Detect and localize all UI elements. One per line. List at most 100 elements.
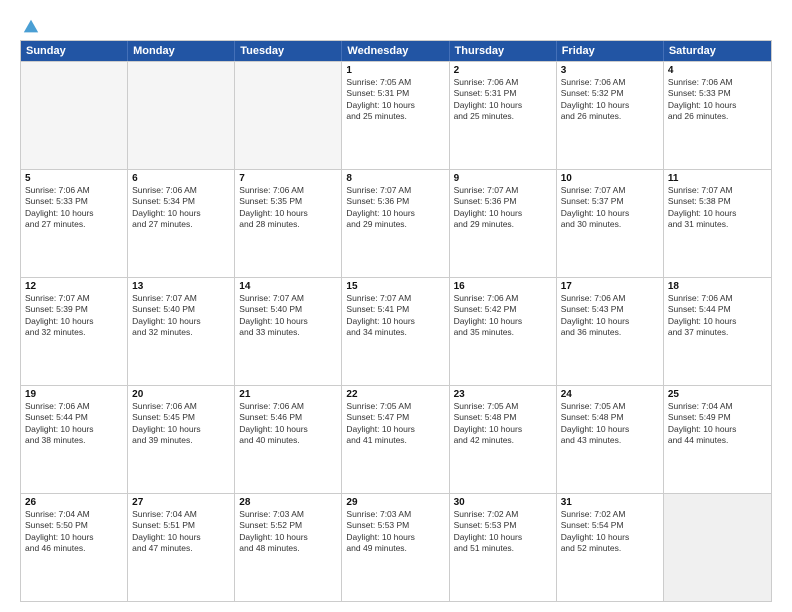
day-details-13: Sunrise: 7:07 AM Sunset: 5:40 PM Dayligh… bbox=[132, 293, 230, 339]
day-details-29: Sunrise: 7:03 AM Sunset: 5:53 PM Dayligh… bbox=[346, 509, 444, 555]
day-cell-7: 7Sunrise: 7:06 AM Sunset: 5:35 PM Daylig… bbox=[235, 170, 342, 277]
day-details-14: Sunrise: 7:07 AM Sunset: 5:40 PM Dayligh… bbox=[239, 293, 337, 339]
day-number-18: 18 bbox=[668, 281, 767, 292]
day-details-21: Sunrise: 7:06 AM Sunset: 5:46 PM Dayligh… bbox=[239, 401, 337, 447]
day-number-21: 21 bbox=[239, 389, 337, 400]
day-details-15: Sunrise: 7:07 AM Sunset: 5:41 PM Dayligh… bbox=[346, 293, 444, 339]
day-cell-26: 26Sunrise: 7:04 AM Sunset: 5:50 PM Dayli… bbox=[21, 494, 128, 601]
weekday-header-friday: Friday bbox=[557, 41, 664, 61]
day-cell-29: 29Sunrise: 7:03 AM Sunset: 5:53 PM Dayli… bbox=[342, 494, 449, 601]
day-cell-22: 22Sunrise: 7:05 AM Sunset: 5:47 PM Dayli… bbox=[342, 386, 449, 493]
day-number-6: 6 bbox=[132, 173, 230, 184]
weekday-header-thursday: Thursday bbox=[450, 41, 557, 61]
day-details-7: Sunrise: 7:06 AM Sunset: 5:35 PM Dayligh… bbox=[239, 185, 337, 231]
day-number-26: 26 bbox=[25, 497, 123, 508]
day-cell-6: 6Sunrise: 7:06 AM Sunset: 5:34 PM Daylig… bbox=[128, 170, 235, 277]
day-cell-13: 13Sunrise: 7:07 AM Sunset: 5:40 PM Dayli… bbox=[128, 278, 235, 385]
day-number-9: 9 bbox=[454, 173, 552, 184]
day-number-28: 28 bbox=[239, 497, 337, 508]
day-details-12: Sunrise: 7:07 AM Sunset: 5:39 PM Dayligh… bbox=[25, 293, 123, 339]
day-cell-20: 20Sunrise: 7:06 AM Sunset: 5:45 PM Dayli… bbox=[128, 386, 235, 493]
day-cell-empty bbox=[664, 494, 771, 601]
weekday-header-saturday: Saturday bbox=[664, 41, 771, 61]
day-cell-12: 12Sunrise: 7:07 AM Sunset: 5:39 PM Dayli… bbox=[21, 278, 128, 385]
day-cell-11: 11Sunrise: 7:07 AM Sunset: 5:38 PM Dayli… bbox=[664, 170, 771, 277]
day-cell-30: 30Sunrise: 7:02 AM Sunset: 5:53 PM Dayli… bbox=[450, 494, 557, 601]
day-cell-2: 2Sunrise: 7:06 AM Sunset: 5:31 PM Daylig… bbox=[450, 62, 557, 169]
day-number-3: 3 bbox=[561, 65, 659, 76]
day-number-22: 22 bbox=[346, 389, 444, 400]
day-cell-9: 9Sunrise: 7:07 AM Sunset: 5:36 PM Daylig… bbox=[450, 170, 557, 277]
day-cell-21: 21Sunrise: 7:06 AM Sunset: 5:46 PM Dayli… bbox=[235, 386, 342, 493]
day-number-4: 4 bbox=[668, 65, 767, 76]
logo-icon bbox=[22, 18, 40, 36]
calendar-row-0: 1Sunrise: 7:05 AM Sunset: 5:31 PM Daylig… bbox=[21, 61, 771, 169]
day-number-11: 11 bbox=[668, 173, 767, 184]
day-cell-17: 17Sunrise: 7:06 AM Sunset: 5:43 PM Dayli… bbox=[557, 278, 664, 385]
day-cell-10: 10Sunrise: 7:07 AM Sunset: 5:37 PM Dayli… bbox=[557, 170, 664, 277]
day-cell-25: 25Sunrise: 7:04 AM Sunset: 5:49 PM Dayli… bbox=[664, 386, 771, 493]
day-number-23: 23 bbox=[454, 389, 552, 400]
day-number-10: 10 bbox=[561, 173, 659, 184]
day-details-17: Sunrise: 7:06 AM Sunset: 5:43 PM Dayligh… bbox=[561, 293, 659, 339]
day-details-5: Sunrise: 7:06 AM Sunset: 5:33 PM Dayligh… bbox=[25, 185, 123, 231]
day-details-20: Sunrise: 7:06 AM Sunset: 5:45 PM Dayligh… bbox=[132, 401, 230, 447]
header bbox=[20, 18, 772, 32]
day-cell-23: 23Sunrise: 7:05 AM Sunset: 5:48 PM Dayli… bbox=[450, 386, 557, 493]
page: SundayMondayTuesdayWednesdayThursdayFrid… bbox=[0, 0, 792, 612]
day-details-22: Sunrise: 7:05 AM Sunset: 5:47 PM Dayligh… bbox=[346, 401, 444, 447]
day-number-20: 20 bbox=[132, 389, 230, 400]
weekday-header-tuesday: Tuesday bbox=[235, 41, 342, 61]
day-number-29: 29 bbox=[346, 497, 444, 508]
day-number-2: 2 bbox=[454, 65, 552, 76]
day-number-7: 7 bbox=[239, 173, 337, 184]
day-number-31: 31 bbox=[561, 497, 659, 508]
day-cell-27: 27Sunrise: 7:04 AM Sunset: 5:51 PM Dayli… bbox=[128, 494, 235, 601]
calendar-row-4: 26Sunrise: 7:04 AM Sunset: 5:50 PM Dayli… bbox=[21, 493, 771, 601]
calendar: SundayMondayTuesdayWednesdayThursdayFrid… bbox=[20, 40, 772, 602]
day-number-30: 30 bbox=[454, 497, 552, 508]
day-number-24: 24 bbox=[561, 389, 659, 400]
day-number-15: 15 bbox=[346, 281, 444, 292]
day-cell-28: 28Sunrise: 7:03 AM Sunset: 5:52 PM Dayli… bbox=[235, 494, 342, 601]
day-cell-19: 19Sunrise: 7:06 AM Sunset: 5:44 PM Dayli… bbox=[21, 386, 128, 493]
calendar-row-1: 5Sunrise: 7:06 AM Sunset: 5:33 PM Daylig… bbox=[21, 169, 771, 277]
calendar-header: SundayMondayTuesdayWednesdayThursdayFrid… bbox=[21, 41, 771, 61]
day-details-26: Sunrise: 7:04 AM Sunset: 5:50 PM Dayligh… bbox=[25, 509, 123, 555]
calendar-body: 1Sunrise: 7:05 AM Sunset: 5:31 PM Daylig… bbox=[21, 61, 771, 601]
day-details-19: Sunrise: 7:06 AM Sunset: 5:44 PM Dayligh… bbox=[25, 401, 123, 447]
day-cell-1: 1Sunrise: 7:05 AM Sunset: 5:31 PM Daylig… bbox=[342, 62, 449, 169]
day-number-12: 12 bbox=[25, 281, 123, 292]
day-details-30: Sunrise: 7:02 AM Sunset: 5:53 PM Dayligh… bbox=[454, 509, 552, 555]
day-cell-15: 15Sunrise: 7:07 AM Sunset: 5:41 PM Dayli… bbox=[342, 278, 449, 385]
weekday-header-wednesday: Wednesday bbox=[342, 41, 449, 61]
day-cell-empty bbox=[21, 62, 128, 169]
day-details-24: Sunrise: 7:05 AM Sunset: 5:48 PM Dayligh… bbox=[561, 401, 659, 447]
day-number-1: 1 bbox=[346, 65, 444, 76]
day-cell-24: 24Sunrise: 7:05 AM Sunset: 5:48 PM Dayli… bbox=[557, 386, 664, 493]
logo bbox=[20, 18, 40, 32]
day-details-10: Sunrise: 7:07 AM Sunset: 5:37 PM Dayligh… bbox=[561, 185, 659, 231]
day-cell-18: 18Sunrise: 7:06 AM Sunset: 5:44 PM Dayli… bbox=[664, 278, 771, 385]
day-details-6: Sunrise: 7:06 AM Sunset: 5:34 PM Dayligh… bbox=[132, 185, 230, 231]
day-cell-14: 14Sunrise: 7:07 AM Sunset: 5:40 PM Dayli… bbox=[235, 278, 342, 385]
day-cell-4: 4Sunrise: 7:06 AM Sunset: 5:33 PM Daylig… bbox=[664, 62, 771, 169]
day-details-1: Sunrise: 7:05 AM Sunset: 5:31 PM Dayligh… bbox=[346, 77, 444, 123]
day-cell-16: 16Sunrise: 7:06 AM Sunset: 5:42 PM Dayli… bbox=[450, 278, 557, 385]
calendar-row-3: 19Sunrise: 7:06 AM Sunset: 5:44 PM Dayli… bbox=[21, 385, 771, 493]
day-number-25: 25 bbox=[668, 389, 767, 400]
day-number-17: 17 bbox=[561, 281, 659, 292]
day-details-25: Sunrise: 7:04 AM Sunset: 5:49 PM Dayligh… bbox=[668, 401, 767, 447]
day-details-4: Sunrise: 7:06 AM Sunset: 5:33 PM Dayligh… bbox=[668, 77, 767, 123]
day-details-18: Sunrise: 7:06 AM Sunset: 5:44 PM Dayligh… bbox=[668, 293, 767, 339]
day-details-23: Sunrise: 7:05 AM Sunset: 5:48 PM Dayligh… bbox=[454, 401, 552, 447]
day-details-31: Sunrise: 7:02 AM Sunset: 5:54 PM Dayligh… bbox=[561, 509, 659, 555]
day-details-2: Sunrise: 7:06 AM Sunset: 5:31 PM Dayligh… bbox=[454, 77, 552, 123]
day-number-27: 27 bbox=[132, 497, 230, 508]
day-cell-empty bbox=[235, 62, 342, 169]
day-number-16: 16 bbox=[454, 281, 552, 292]
weekday-header-sunday: Sunday bbox=[21, 41, 128, 61]
day-details-9: Sunrise: 7:07 AM Sunset: 5:36 PM Dayligh… bbox=[454, 185, 552, 231]
calendar-row-2: 12Sunrise: 7:07 AM Sunset: 5:39 PM Dayli… bbox=[21, 277, 771, 385]
day-details-3: Sunrise: 7:06 AM Sunset: 5:32 PM Dayligh… bbox=[561, 77, 659, 123]
